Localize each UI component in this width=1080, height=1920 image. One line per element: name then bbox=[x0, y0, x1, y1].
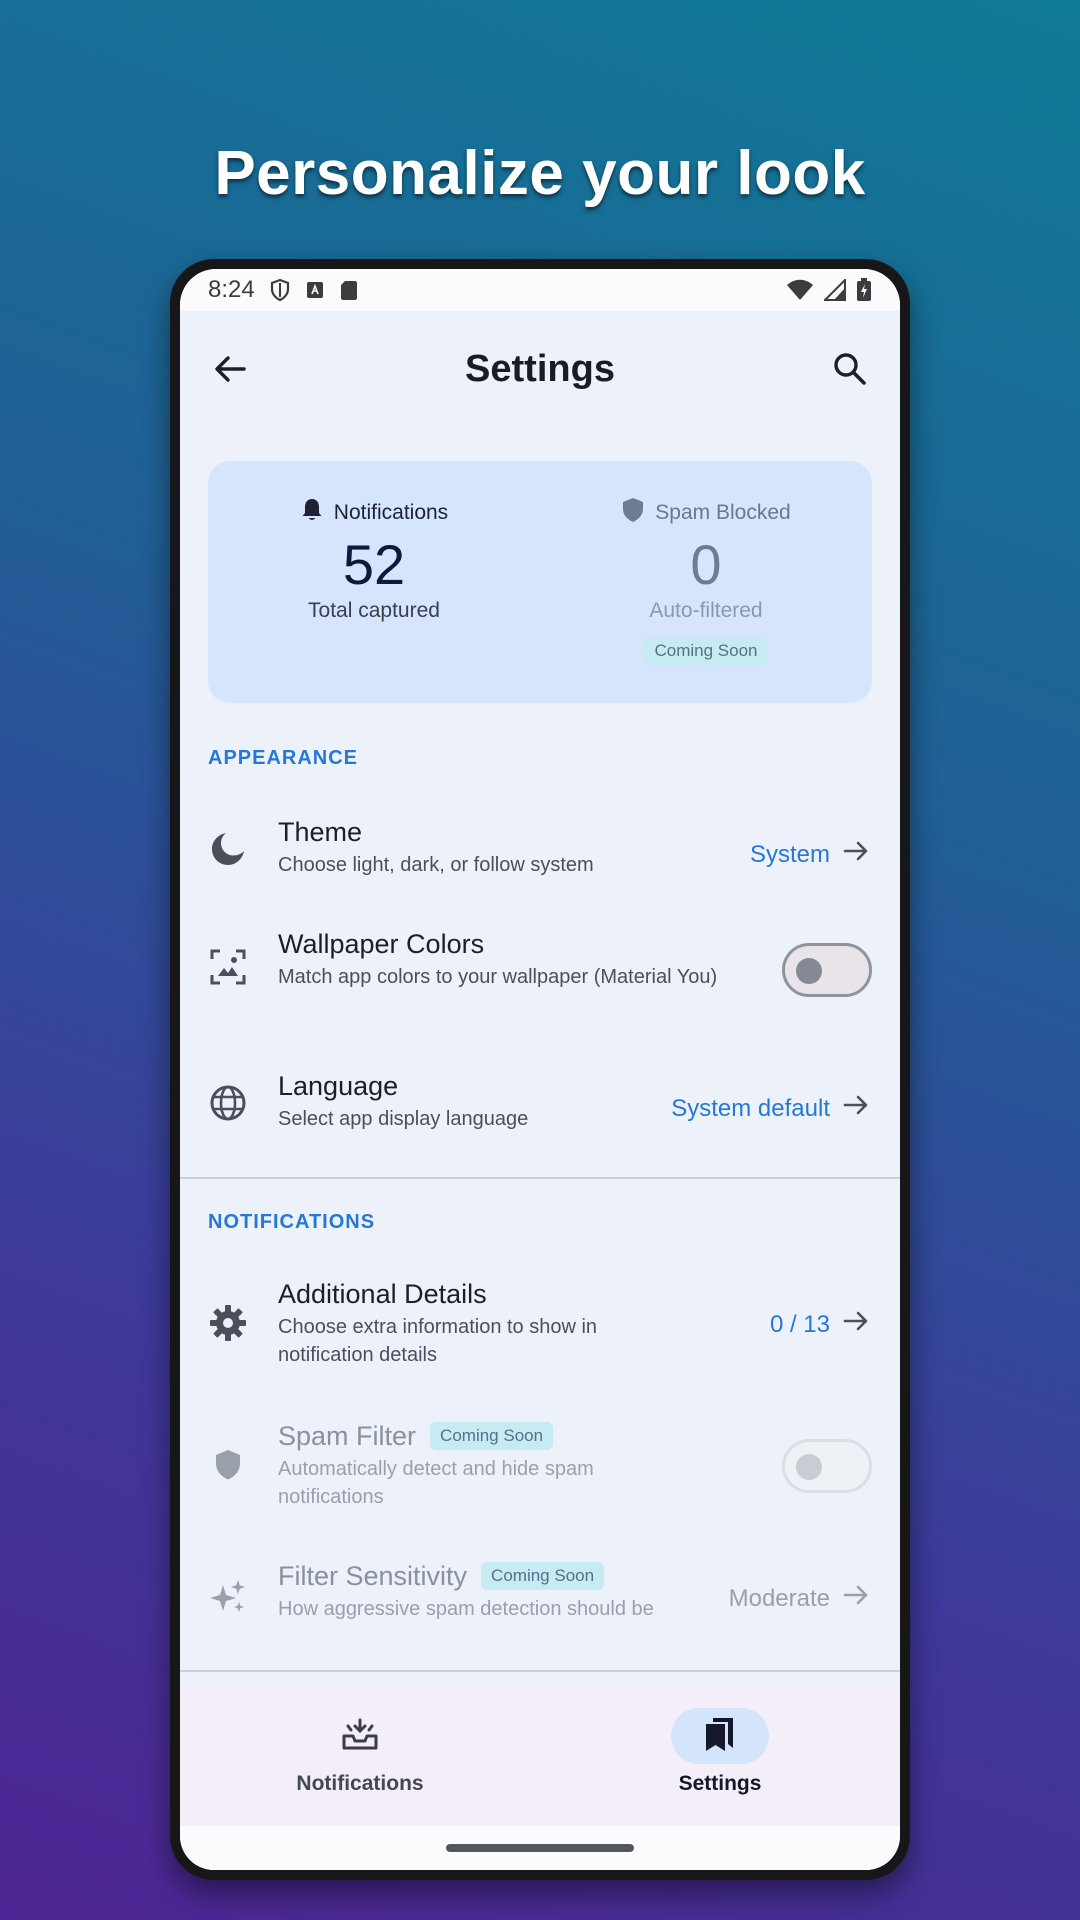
coming-soon-badge: Coming Soon bbox=[481, 1562, 605, 1590]
battery-charging-icon bbox=[856, 278, 872, 302]
filter-sensitivity-title: Filter Sensitivity bbox=[278, 1561, 468, 1591]
sparkle-icon bbox=[208, 1577, 248, 1617]
filter-sensitivity-row: Filter Sensitivity Coming Soon How aggre… bbox=[180, 1551, 900, 1641]
promo-title: Personalize your look bbox=[214, 139, 866, 208]
wallpaper-colors-row[interactable]: Wallpaper Colors Match app colors to you… bbox=[180, 919, 900, 1029]
status-time: 8:24 bbox=[208, 276, 255, 303]
shield-icon bbox=[208, 1445, 248, 1485]
shield-icon bbox=[621, 497, 645, 529]
globe-icon bbox=[208, 1083, 248, 1123]
notifications-stat-value: 52 bbox=[342, 533, 406, 596]
moon-icon bbox=[208, 829, 248, 869]
nav-item-notifications[interactable]: Notifications bbox=[180, 1708, 540, 1796]
theme-setting-row[interactable]: Theme Choose light, dark, or follow syst… bbox=[180, 807, 900, 897]
notifications-section-header: NOTIFICATIONS bbox=[208, 1211, 376, 1233]
nav-label-notifications: Notifications bbox=[296, 1772, 424, 1795]
wallpaper-icon bbox=[208, 947, 248, 987]
spam-filter-title: Spam Filter bbox=[278, 1421, 417, 1451]
search-icon[interactable] bbox=[830, 349, 870, 389]
phone-frame: 8:24 Settings Notifications 52 Total cap… bbox=[170, 259, 910, 1880]
notifications-stat-label: Notifications bbox=[333, 501, 449, 524]
arrow-right-icon bbox=[842, 1307, 870, 1342]
bell-icon bbox=[300, 497, 324, 529]
language-setting-row[interactable]: Language Select app display language Sys… bbox=[180, 1061, 900, 1151]
inbox-icon bbox=[340, 1714, 380, 1759]
theme-title: Theme bbox=[278, 817, 363, 847]
arrow-right-icon bbox=[842, 1091, 870, 1126]
toggle-knob bbox=[796, 958, 822, 984]
spam-filter-subtitle: Automatically detect and hide spam notif… bbox=[278, 1458, 594, 1508]
cell-signal-icon bbox=[824, 279, 846, 301]
app-bar: Settings bbox=[180, 311, 900, 427]
additional-details-value: 0 / 13 bbox=[769, 1310, 830, 1338]
coming-soon-badge: Coming Soon bbox=[430, 1422, 554, 1450]
additional-details-title: Additional Details bbox=[278, 1279, 487, 1309]
language-value: System default bbox=[671, 1094, 830, 1122]
arrow-right-icon bbox=[842, 837, 870, 872]
theme-subtitle: Choose light, dark, or follow system bbox=[278, 854, 594, 876]
gesture-navigation-area bbox=[180, 1826, 900, 1870]
nav-item-settings[interactable]: Settings bbox=[540, 1708, 900, 1796]
wallpaper-colors-subtitle: Match app colors to your wallpaper (Mate… bbox=[278, 966, 718, 988]
theme-value: System bbox=[749, 840, 830, 868]
gear-icon bbox=[208, 1303, 248, 1343]
wallpaper-colors-title: Wallpaper Colors bbox=[278, 929, 485, 959]
status-bar: 8:24 bbox=[180, 269, 900, 311]
nav-indicator bbox=[671, 1708, 769, 1764]
keyboard-status-icon bbox=[305, 280, 325, 300]
bookmarks-icon bbox=[700, 1714, 740, 1759]
notifications-stat-sub: Total captured bbox=[308, 599, 440, 622]
nav-label-settings: Settings bbox=[678, 1772, 762, 1795]
filter-sensitivity-value: Moderate bbox=[728, 1584, 830, 1612]
language-title: Language bbox=[278, 1071, 399, 1101]
arrow-right-icon bbox=[842, 1581, 870, 1616]
spam-stat-label: Spam Blocked bbox=[655, 501, 791, 524]
filter-sensitivity-subtitle: How aggressive spam detection should be bbox=[278, 1598, 654, 1620]
spam-filter-row: Spam Filter Coming Soon Automatically de… bbox=[180, 1411, 900, 1521]
sd-card-status-icon bbox=[339, 279, 359, 301]
section-divider bbox=[180, 1177, 900, 1179]
page-title: Settings bbox=[465, 347, 615, 390]
spam-stat-sub: Auto-filtered bbox=[649, 599, 763, 622]
wifi-icon bbox=[786, 279, 814, 301]
appearance-section-header: APPEARANCE bbox=[208, 747, 359, 769]
spam-filter-toggle bbox=[782, 1439, 872, 1493]
additional-details-row[interactable]: Additional Details Choose extra informat… bbox=[180, 1269, 900, 1379]
back-arrow-icon[interactable] bbox=[210, 349, 250, 389]
additional-details-subtitle: Choose extra information to show in noti… bbox=[278, 1316, 598, 1366]
coming-soon-badge: Coming Soon bbox=[644, 637, 768, 665]
spam-stat: Spam Blocked 0 Auto-filtered Coming Soon bbox=[540, 497, 872, 665]
gesture-handle[interactable] bbox=[446, 1844, 634, 1852]
notifications-stat: Notifications 52 Total captured bbox=[208, 497, 540, 623]
language-subtitle: Select app display language bbox=[278, 1108, 529, 1130]
nav-indicator bbox=[311, 1708, 409, 1764]
phone-screen: 8:24 Settings Notifications 52 Total cap… bbox=[180, 269, 900, 1870]
spam-stat-value: 0 bbox=[690, 533, 722, 596]
section-divider bbox=[180, 1670, 900, 1672]
shield-status-icon bbox=[269, 278, 291, 302]
toggle-knob bbox=[796, 1454, 822, 1480]
bottom-navigation: Notifications Settings bbox=[180, 1686, 900, 1826]
stats-card: Notifications 52 Total captured Spam Blo… bbox=[208, 461, 872, 703]
wallpaper-colors-toggle[interactable] bbox=[782, 943, 872, 997]
